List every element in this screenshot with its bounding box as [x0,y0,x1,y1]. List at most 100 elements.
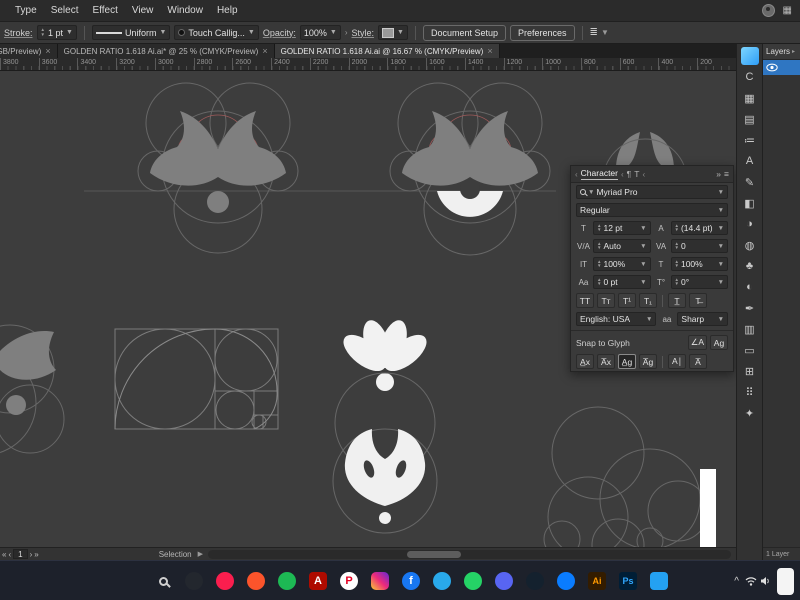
stepper-icon[interactable]: ▲▼ [597,242,601,251]
brave-icon[interactable] [243,568,269,594]
spotify-icon[interactable] [274,568,300,594]
horizontal-scale-input[interactable]: ▲▼ 100% ▼ [671,257,729,271]
stepper-icon[interactable]: ▲▼ [41,28,45,37]
symbols-icon[interactable]: ♣ [741,257,759,275]
baseline-shift-input[interactable]: ▲▼ 0 pt ▼ [593,275,651,289]
pathfinder-icon[interactable]: ◧ [741,194,759,212]
preferences-button[interactable]: Preferences [510,25,575,41]
library-color-swatch[interactable] [741,47,759,65]
brush-select[interactable]: Touch Callig...▼ [174,25,258,40]
last-artboard-icon[interactable]: » [34,550,38,559]
chevron-down-icon[interactable]: ▼ [718,243,724,250]
snap-glyph-bounds-button[interactable]: A̲g [618,354,636,369]
underline-button[interactable]: T̲ [668,293,686,308]
tray-overflow-chevron-icon[interactable]: ^ [734,576,739,587]
gradient-icon[interactable]: ◑ [741,215,759,233]
stepper-icon[interactable]: ▲▼ [597,260,601,269]
subscript-button[interactable]: T₁ [639,293,657,308]
stepper-icon[interactable]: ▲▼ [675,224,679,233]
chevron-down-icon[interactable]: ▼ [718,207,724,214]
user-avatar[interactable] [762,4,775,17]
chevron-down-icon[interactable]: ▼ [640,243,646,250]
opacity-label[interactable]: Opacity: [263,28,296,38]
leading-input[interactable]: ▲▼ (14.4 pt) ▼ [671,221,729,235]
font-style-select[interactable]: Regular ▼ [576,203,728,217]
fox-logo-left-edge[interactable] [0,325,64,455]
document-tab-3-active[interactable]: GOLDEN RATIO 1.618 Ai.ai @ 16.67 % (CMYK… [275,44,500,58]
tab-paragraph-icon[interactable]: ¶ [627,169,632,179]
chevron-down-icon[interactable]: ▼ [640,279,646,286]
chevron-down-icon[interactable]: ▼ [640,225,646,232]
chevron-down-icon[interactable]: ▼ [66,29,73,36]
menu-type[interactable]: Type [8,5,44,16]
menu-effect[interactable]: Effect [85,5,124,16]
facebook-icon[interactable]: f [398,568,424,594]
strikethrough-button[interactable]: T̶ [689,293,707,308]
snap-guide-button[interactable]: A̅ [689,354,707,369]
app-grid-icon[interactable]: ▦ [783,5,792,16]
vertical-scale-input[interactable]: ▲▼ 100% ▼ [593,257,651,271]
snap-xheight-button[interactable]: A̅x [597,354,615,369]
kerning-input[interactable]: ▲▼ Auto ▼ [593,239,651,253]
transparency-icon[interactable]: ◍ [741,236,759,254]
chevron-down-icon[interactable]: ▼ [718,279,724,286]
snap-proximity-button[interactable]: A̅g [639,354,657,369]
snap-anchor-button[interactable]: A∣ [668,354,686,369]
close-icon[interactable]: × [262,46,267,56]
chevron-down-icon[interactable]: ▼ [248,29,255,36]
anti-aliasing-select[interactable]: Sharp ▼ [677,312,728,326]
language-select[interactable]: English: USA ▼ [576,312,656,326]
photoshop-icon[interactable]: Ps [615,568,641,594]
network-volume-group[interactable] [745,576,771,586]
properties-icon[interactable]: ≔ [741,131,759,149]
ruler-labels[interactable]: 3800360034003200300028002600240022002000… [0,58,736,71]
creative-cloud-icon[interactable]: C [741,68,759,86]
chevron-down-icon[interactable]: ▼ [159,29,166,36]
snap-angle-button[interactable]: ∠A [688,335,707,350]
font-size-input[interactable]: ▲▼ 12 pt ▼ [593,221,651,235]
tab-character[interactable]: Character [581,168,618,180]
status-menu-icon[interactable]: ▶ [198,550,203,558]
chevron-down-icon[interactable]: ▼ [718,189,724,196]
next-artboard-icon[interactable]: › [30,550,33,559]
whatsapp-icon[interactable] [460,568,486,594]
char-rotation-input[interactable]: ▲▼ 0° ▼ [671,275,729,289]
layers-panel-header[interactable]: Layers ▸ [763,44,800,60]
golden-ratio-grid[interactable] [115,329,278,429]
tab-opentype-icon[interactable]: T [634,169,639,179]
chevron-down-icon[interactable]: ▼ [718,261,724,268]
artboard-number-input[interactable]: 1 [13,549,27,559]
flower-logo[interactable] [337,317,432,391]
opera-gx-icon[interactable] [212,568,238,594]
menu-window[interactable]: Window [160,5,210,16]
align-icon[interactable]: ⠿ [741,383,759,401]
links-icon[interactable]: ✦ [741,404,759,422]
windows-start-icon[interactable] [128,573,145,590]
pinterest-icon[interactable]: P [336,568,362,594]
panel-menu-icon[interactable]: ≡ [724,169,729,179]
canvas[interactable]: ‹ Character ‹ ¶ T ‹ » ≡ ▼ [0,71,736,547]
style-label[interactable]: Style: [352,28,375,38]
document-setup-button[interactable]: Document Setup [423,25,506,41]
artboards-icon[interactable]: ▭ [741,341,759,359]
font-family-select[interactable]: ▼ Myriad Pro ▼ [576,185,728,199]
chevron-right-icon[interactable]: › [345,28,348,37]
document-tab-2[interactable]: GOLDEN RATIO 1.618 Ai.ai* @ 25 % (CMYK/P… [58,44,275,58]
status-text[interactable]: Selection [159,550,192,559]
document-tab-1[interactable]: 3 % (RGB/Preview) × [0,44,58,58]
color-guide-icon[interactable]: ▤ [741,110,759,128]
scrollbar-thumb[interactable] [407,551,461,558]
graphic-styles-icon[interactable]: ▥ [741,320,759,338]
tray-widget[interactable] [777,568,794,595]
artboard-strip[interactable] [700,469,716,547]
chevron-down-icon[interactable]: ▼ [601,28,609,37]
chevron-down-icon[interactable]: ▼ [718,225,724,232]
github-icon[interactable] [181,568,207,594]
appearance-icon[interactable]: ◐ [741,278,759,296]
tracking-input[interactable]: ▲▼ 0 ▼ [671,239,729,253]
chevron-down-icon[interactable]: ▼ [640,261,646,268]
discord-icon[interactable] [491,568,517,594]
menu-view[interactable]: View [125,5,161,16]
stepper-icon[interactable]: ▲▼ [675,242,679,251]
messenger-icon[interactable] [553,568,579,594]
